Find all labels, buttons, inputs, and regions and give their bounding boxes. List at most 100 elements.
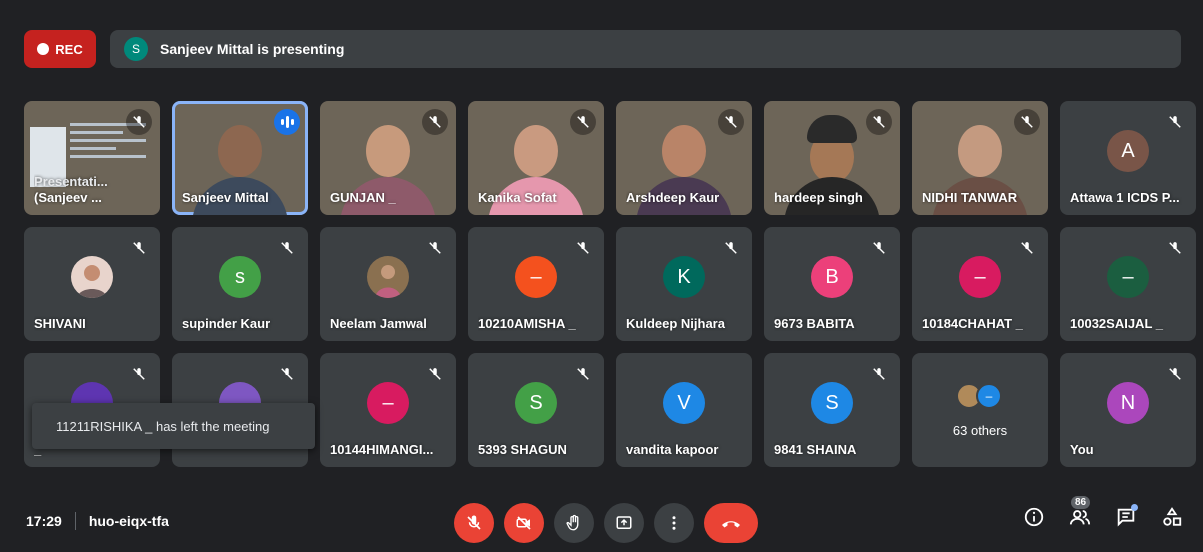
participant-avatar: K [663,256,705,298]
participant-video [218,125,262,177]
participant-tile-shaina[interactable]: S 9841 SHAINA [764,353,900,467]
tile-name: 10032SAIJAL _ [1070,316,1163,331]
call-controls [454,503,758,543]
participant-tile-amisha[interactable]: – 10210AMISHA _ [468,227,604,341]
activities-button[interactable] [1159,504,1185,530]
participant-avatar: A [1107,130,1149,172]
meeting-details-button[interactable] [1021,504,1047,530]
participant-tile-shagun[interactable]: S 5393 SHAGUN [468,353,604,467]
tile-name: Presentati... [34,174,108,189]
others-count-label: 63 others [952,423,1008,438]
participant-avatar: B [811,256,853,298]
mic-off-icon [1014,235,1040,261]
participant-video [514,125,558,177]
mic-off-icon [866,235,892,261]
info-icon [1024,507,1044,527]
participant-tile-you[interactable]: N You [1060,353,1196,467]
participant-avatar: S [811,382,853,424]
participant-tile-saijal[interactable]: – 10032SAIJAL _ [1060,227,1196,341]
participant-tile-kanika-sofat[interactable]: Kanika Sofat [468,101,604,215]
participant-tile-kuldeep-nijhara[interactable]: K Kuldeep Nijhara [616,227,752,341]
presenting-banner: S Sanjeev Mittal is presenting [110,30,1181,68]
people-button[interactable]: 86 [1067,496,1093,530]
right-panel-buttons: 86 [1021,496,1185,530]
meeting-time: 17:29 [26,513,62,529]
mic-toggle-button[interactable] [454,503,494,543]
raise-hand-icon [566,514,579,531]
mic-off-icon [126,361,152,387]
participant-tile-shivani[interactable]: SHIVANI [24,227,160,341]
participant-tile-arshdeep-kaur[interactable]: Arshdeep Kaur [616,101,752,215]
mic-off-icon [126,235,152,261]
participant-photo-avatar [71,256,113,298]
tile-name: SHIVANI [34,316,86,331]
left-meeting-toast: 11211RISHIKA _ has left the meeting [32,403,315,449]
raise-hand-button[interactable] [554,503,594,543]
participant-tile-neelam-jamwal[interactable]: Neelam Jamwal [320,227,456,341]
mic-off-icon [422,109,448,135]
tile-name: Arshdeep Kaur [626,190,720,205]
tile-name: hardeep singh [774,190,863,205]
people-count-badge: 86 [1071,496,1091,509]
more-options-button[interactable] [654,503,694,543]
participant-tile-vandita-kapoor[interactable]: V vandita kapoor [616,353,752,467]
present-screen-button[interactable] [604,503,644,543]
tile-name: 10210AMISHA _ [478,316,576,331]
participant-avatar: – [959,256,1001,298]
participant-avatar: s [219,256,261,298]
mic-off-icon [1162,109,1188,135]
tile-name: vandita kapoor [626,442,719,457]
others-letter-avatar: – [976,383,1002,409]
camera-off-icon [516,516,531,530]
recording-label: REC [55,41,83,57]
chat-button[interactable] [1113,504,1139,530]
mic-off-icon [422,235,448,261]
participant-tile-hardeep-singh[interactable]: hardeep singh [764,101,900,215]
tile-name: NIDHI TANWAR [922,190,1018,205]
presenter-avatar: S [124,37,148,61]
mic-off-icon [718,109,744,135]
mic-off-icon [274,235,300,261]
participant-avatar: – [367,382,409,424]
participant-tile-presentation[interactable]: Presentati... (Sanjeev ... [24,101,160,215]
meeting-info: 17:29 huo-eiqx-tfa [26,512,169,530]
participant-tile-babita[interactable]: B 9673 BABITA [764,227,900,341]
tile-name: Kanika Sofat [478,190,557,205]
participant-avatar: V [663,382,705,424]
recording-badge[interactable]: REC [24,30,96,68]
camera-toggle-button[interactable] [504,503,544,543]
tile-name: Neelam Jamwal [330,316,427,331]
participant-tile-gunjan[interactable]: GUNJAN _ [320,101,456,215]
top-bar: REC S Sanjeev Mittal is presenting [24,30,1181,68]
tile-name: Attawa 1 ICDS P... [1070,190,1180,205]
tile-name-2: (Sanjeev ... [34,190,102,205]
participant-avatar: S [515,382,557,424]
participant-tile-himangi[interactable]: – 10144HIMANGI... [320,353,456,467]
participant-tile-others[interactable]: – 63 others [912,353,1048,467]
present-screen-icon [616,516,632,529]
participant-video [366,125,410,177]
more-vert-icon [672,516,676,530]
participant-tile-supinder-kaur[interactable]: s supinder Kaur [172,227,308,341]
tile-name: 5393 SHAGUN [478,442,567,457]
tile-name: supinder Kaur [182,316,271,331]
hang-up-icon [722,521,740,528]
turban-shape [807,115,857,143]
meeting-code[interactable]: huo-eiqx-tfa [89,513,169,529]
mic-off-icon [126,109,152,135]
tile-name: Kuldeep Nijhara [626,316,725,331]
participant-tile-attawa[interactable]: A Attawa 1 ICDS P... [1060,101,1196,215]
participant-avatar: N [1107,382,1149,424]
end-call-button[interactable] [704,503,758,543]
participant-tile-sanjeev-mittal[interactable]: Sanjeev Mittal [172,101,308,215]
toast-text: 11211RISHIKA _ has left the meeting [56,418,270,434]
mic-off-icon [866,361,892,387]
speaking-indicator-icon [274,109,300,135]
participant-tile-nidhi-tanwar[interactable]: NIDHI TANWAR [912,101,1048,215]
people-icon [1069,510,1091,525]
participant-avatar: – [1107,256,1149,298]
tile-name: GUNJAN _ [330,190,396,205]
tile-name: You [1070,442,1094,457]
participant-tile-chahat[interactable]: – 10184CHAHAT _ [912,227,1048,341]
activities-icon [1163,507,1182,526]
